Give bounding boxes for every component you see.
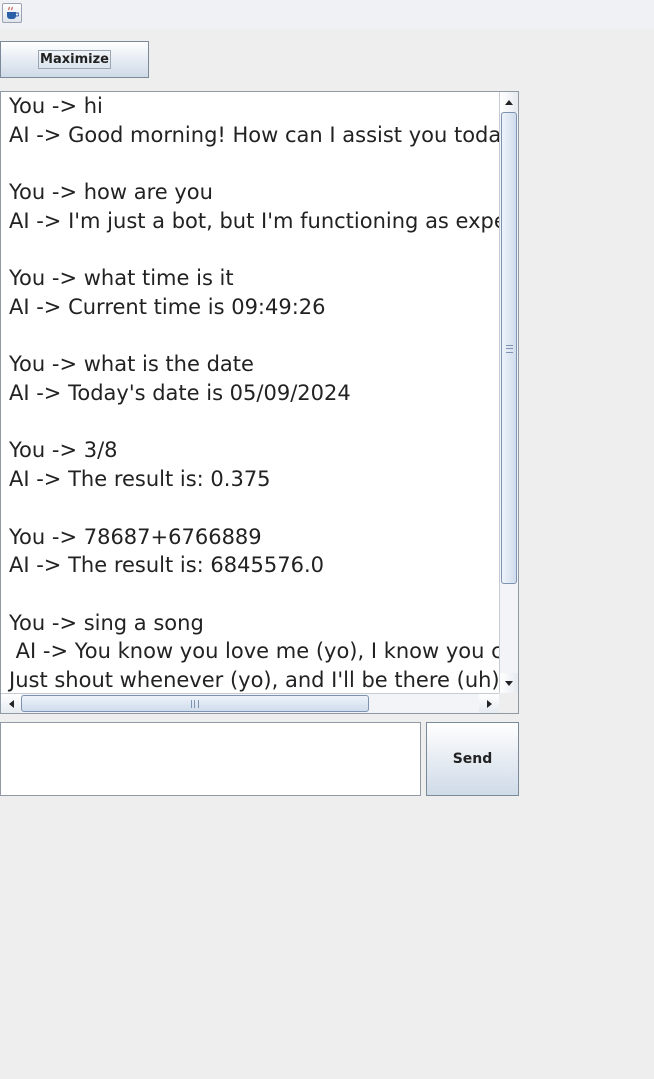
scroll-up-button[interactable]: [500, 92, 518, 112]
maximize-button[interactable]: Maximize: [0, 41, 149, 78]
vertical-scrollbar[interactable]: [499, 92, 518, 693]
horizontal-scroll-thumb[interactable]: [21, 695, 369, 712]
send-button[interactable]: Send: [426, 722, 519, 796]
arrow-down-icon: [505, 680, 513, 686]
arrow-right-icon: [486, 699, 492, 708]
scroll-right-button[interactable]: [479, 694, 499, 713]
java-coffee-cup-icon[interactable]: [2, 3, 22, 23]
scroll-left-button[interactable]: [1, 694, 21, 713]
grip-icon: [191, 700, 199, 708]
grip-icon: [506, 345, 513, 353]
horizontal-scrollbar[interactable]: [1, 693, 499, 713]
title-bar: [0, 0, 654, 29]
chat-viewport: You -> hi AI -> Good morning! How can I …: [1, 92, 499, 693]
send-button-label: Send: [452, 751, 493, 767]
chat-scroll-pane[interactable]: You -> hi AI -> Good morning! How can I …: [0, 91, 519, 714]
chat-transcript[interactable]: You -> hi AI -> Good morning! How can I …: [9, 92, 499, 693]
vertical-scroll-thumb[interactable]: [501, 112, 517, 584]
scroll-down-button[interactable]: [500, 673, 518, 693]
arrow-left-icon: [8, 699, 14, 708]
message-input[interactable]: [0, 722, 421, 796]
scroll-corner: [499, 693, 518, 713]
maximize-button-label: Maximize: [38, 50, 111, 69]
arrow-up-icon: [505, 99, 513, 105]
